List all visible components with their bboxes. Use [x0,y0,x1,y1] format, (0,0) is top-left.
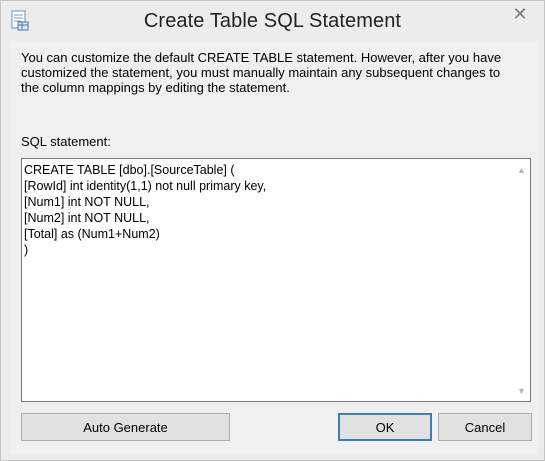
description-text: You can customize the default CREATE TAB… [21,50,502,95]
vertical-scrollbar[interactable]: ▲ ▼ [513,159,530,401]
auto-generate-button[interactable]: Auto Generate [21,413,230,441]
window-title: Create Table SQL Statement [143,10,402,32]
title-bar[interactable]: Create Table SQL Statement ✕ [1,1,544,41]
ok-button[interactable]: OK [338,413,432,441]
cancel-button[interactable]: Cancel [438,413,532,441]
scroll-up-icon[interactable]: ▲ [513,161,530,178]
sql-statement-label: SQL statement: [21,134,111,149]
dialog-window: Create Table SQL Statement ✕ You can cus… [0,0,545,461]
sql-statement-text[interactable]: CREATE TABLE [dbo].[SourceTable] ( [RowI… [24,162,510,258]
close-icon: ✕ [512,3,528,24]
dialog-body: You can customize the default CREATE TAB… [9,41,538,454]
sql-statement-textarea[interactable]: CREATE TABLE [dbo].[SourceTable] ( [RowI… [21,158,531,402]
scroll-down-icon[interactable]: ▼ [513,382,530,399]
close-button[interactable]: ✕ [502,1,538,27]
